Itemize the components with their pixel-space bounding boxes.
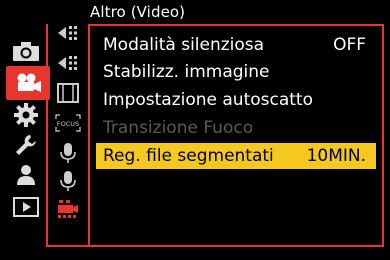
menu-item-focus-transition: Transizione Fuoco bbox=[96, 115, 376, 141]
tab-photo[interactable] bbox=[8, 36, 44, 66]
gear-icon bbox=[14, 103, 38, 127]
focus-badge-icon: FOCUS bbox=[55, 114, 81, 136]
wrench-icon bbox=[14, 133, 38, 157]
camera-icon bbox=[12, 40, 40, 62]
playback-icon bbox=[13, 197, 39, 217]
focus-direction-icon bbox=[56, 23, 80, 47]
menu-item-value: 10MIN. bbox=[306, 146, 366, 166]
tab-custom[interactable] bbox=[8, 100, 44, 130]
subtab-7-active[interactable] bbox=[52, 198, 84, 224]
menu-item-label: Stabilizz. immagine bbox=[103, 62, 270, 82]
subtab-5[interactable] bbox=[52, 142, 84, 168]
tab-mymenu[interactable] bbox=[8, 160, 44, 190]
menu-item-label: Transizione Fuoco bbox=[103, 118, 254, 138]
subtab-6[interactable] bbox=[52, 170, 84, 196]
menu-item-label: Impostazione autoscatto bbox=[103, 90, 314, 110]
menu-item-label: Modalità silenziosa bbox=[103, 35, 265, 55]
tab-video[interactable] bbox=[6, 66, 50, 100]
tab-setup[interactable] bbox=[8, 130, 44, 160]
microphone-icon bbox=[59, 142, 77, 168]
tab-playback[interactable] bbox=[8, 192, 44, 222]
subtab-divider bbox=[88, 24, 90, 247]
menu-item-label: Reg. file segmentati bbox=[103, 146, 274, 166]
menu-item-segmented-files[interactable]: Reg. file segmentati 10MIN. bbox=[96, 143, 376, 169]
menu-item-value: OFF bbox=[333, 35, 366, 55]
subtab-4[interactable]: FOCUS bbox=[52, 112, 84, 138]
focus-badge-label: FOCUS bbox=[57, 120, 79, 128]
subtab-1[interactable] bbox=[52, 22, 84, 48]
frame-top-line bbox=[88, 24, 384, 26]
focus-direction-icon-2 bbox=[56, 53, 80, 77]
video-camera-icon bbox=[13, 72, 43, 94]
film-strip-icon bbox=[57, 83, 79, 107]
sub-tab-bar: FOCUS bbox=[52, 0, 86, 260]
video-camera-sub-icon bbox=[56, 199, 80, 223]
menu-title: Altro (Video) bbox=[90, 3, 186, 21]
person-icon bbox=[15, 164, 37, 186]
menu-item-self-timer[interactable]: Impostazione autoscatto bbox=[96, 87, 376, 113]
subtab-2[interactable] bbox=[52, 52, 84, 78]
main-tab-bar bbox=[6, 0, 50, 260]
menu-item-silent-mode[interactable]: Modalità silenziosa OFF bbox=[96, 32, 376, 58]
menu-item-stabilizer[interactable]: Stabilizz. immagine bbox=[96, 59, 376, 85]
microphone-icon-2 bbox=[59, 170, 77, 196]
subtab-3[interactable] bbox=[52, 82, 84, 108]
